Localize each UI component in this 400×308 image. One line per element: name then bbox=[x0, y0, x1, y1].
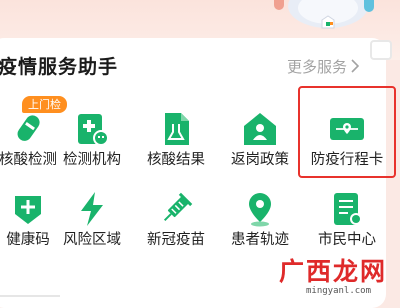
chevron-right-icon bbox=[351, 59, 360, 73]
card-corner-handle bbox=[370, 40, 392, 60]
service-label: 患者轨迹 bbox=[231, 232, 289, 248]
service-covid-vaccine[interactable]: 新冠疫苗 bbox=[130, 180, 222, 264]
service-risk-areas[interactable]: 风险区域 bbox=[46, 180, 138, 264]
service-label: 风险区域 bbox=[63, 232, 121, 248]
service-label: 市民中心 bbox=[318, 232, 376, 248]
lightning-icon bbox=[81, 192, 103, 226]
divider bbox=[0, 295, 60, 297]
citizen-center-icon bbox=[334, 193, 362, 225]
service-label: 新冠疫苗 bbox=[147, 232, 205, 248]
service-testing-institutions[interactable]: 检测机构 bbox=[46, 100, 138, 184]
service-label: 核酸结果 bbox=[147, 152, 205, 168]
mascot-illustration bbox=[274, 0, 374, 29]
medical-institution-icon bbox=[78, 114, 109, 146]
test-result-document-icon bbox=[165, 113, 189, 145]
more-services-link[interactable]: 更多服务 bbox=[287, 55, 360, 77]
health-code-icon bbox=[15, 196, 41, 224]
service-label: 返岗政策 bbox=[231, 152, 289, 168]
watermark-url: mingyanl.com bbox=[306, 286, 372, 296]
more-services-label: 更多服务 bbox=[287, 57, 348, 76]
highlight-frame bbox=[298, 86, 396, 178]
service-return-to-work-policy[interactable]: 返岗政策 bbox=[214, 100, 306, 184]
service-label: 检测机构 bbox=[63, 152, 121, 168]
map-pin-icon bbox=[249, 193, 271, 227]
test-tube-icon bbox=[17, 115, 40, 141]
house-person-icon bbox=[244, 113, 276, 145]
syringe-icon bbox=[163, 192, 193, 222]
watermark-text: 广西龙网 bbox=[278, 257, 387, 286]
service-test-results[interactable]: 核酸结果 bbox=[130, 100, 222, 184]
section-title: 疫情服务助手 bbox=[0, 56, 119, 78]
